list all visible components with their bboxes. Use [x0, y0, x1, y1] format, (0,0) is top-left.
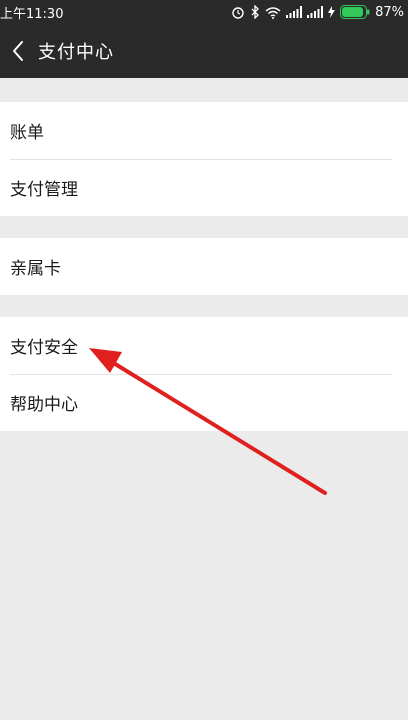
signal-icon-1 [286, 6, 303, 18]
title-bar: 支付中心 [0, 24, 408, 78]
menu-item-help-center[interactable]: 帮助中心 [0, 374, 408, 431]
menu-item-label: 支付管理 [10, 180, 78, 200]
back-button[interactable] [0, 24, 36, 78]
menu-item-family-card[interactable]: 亲属卡 [0, 238, 408, 295]
menu-item-bill[interactable]: 账单 [0, 102, 408, 159]
status-time: 上午11:30 [0, 6, 64, 22]
menu-item-label: 支付安全 [10, 338, 78, 358]
menu-item-label: 帮助中心 [10, 395, 78, 415]
menu-item-payment-security[interactable]: 支付安全 [0, 317, 408, 374]
page-title: 支付中心 [38, 42, 114, 63]
menu-group-2: 亲属卡 [0, 238, 408, 295]
battery-level: 87% [375, 4, 404, 20]
charging-icon [328, 6, 336, 18]
bluetooth-icon [250, 5, 260, 19]
signal-icon-2 [307, 6, 324, 18]
status-bar: 上午11:30 87% [0, 0, 408, 24]
wifi-icon [265, 6, 281, 19]
menu-group-3: 支付安全 帮助中心 [0, 317, 408, 431]
status-icons: 87% [231, 5, 404, 20]
menu-group-1: 账单 支付管理 [0, 102, 408, 216]
chevron-left-icon [13, 41, 23, 61]
menu-item-label: 亲属卡 [10, 259, 61, 279]
battery-icon [340, 5, 370, 19]
menu-item-label: 账单 [10, 123, 44, 143]
alarm-icon [231, 5, 245, 19]
menu-item-payment-management[interactable]: 支付管理 [0, 159, 408, 216]
